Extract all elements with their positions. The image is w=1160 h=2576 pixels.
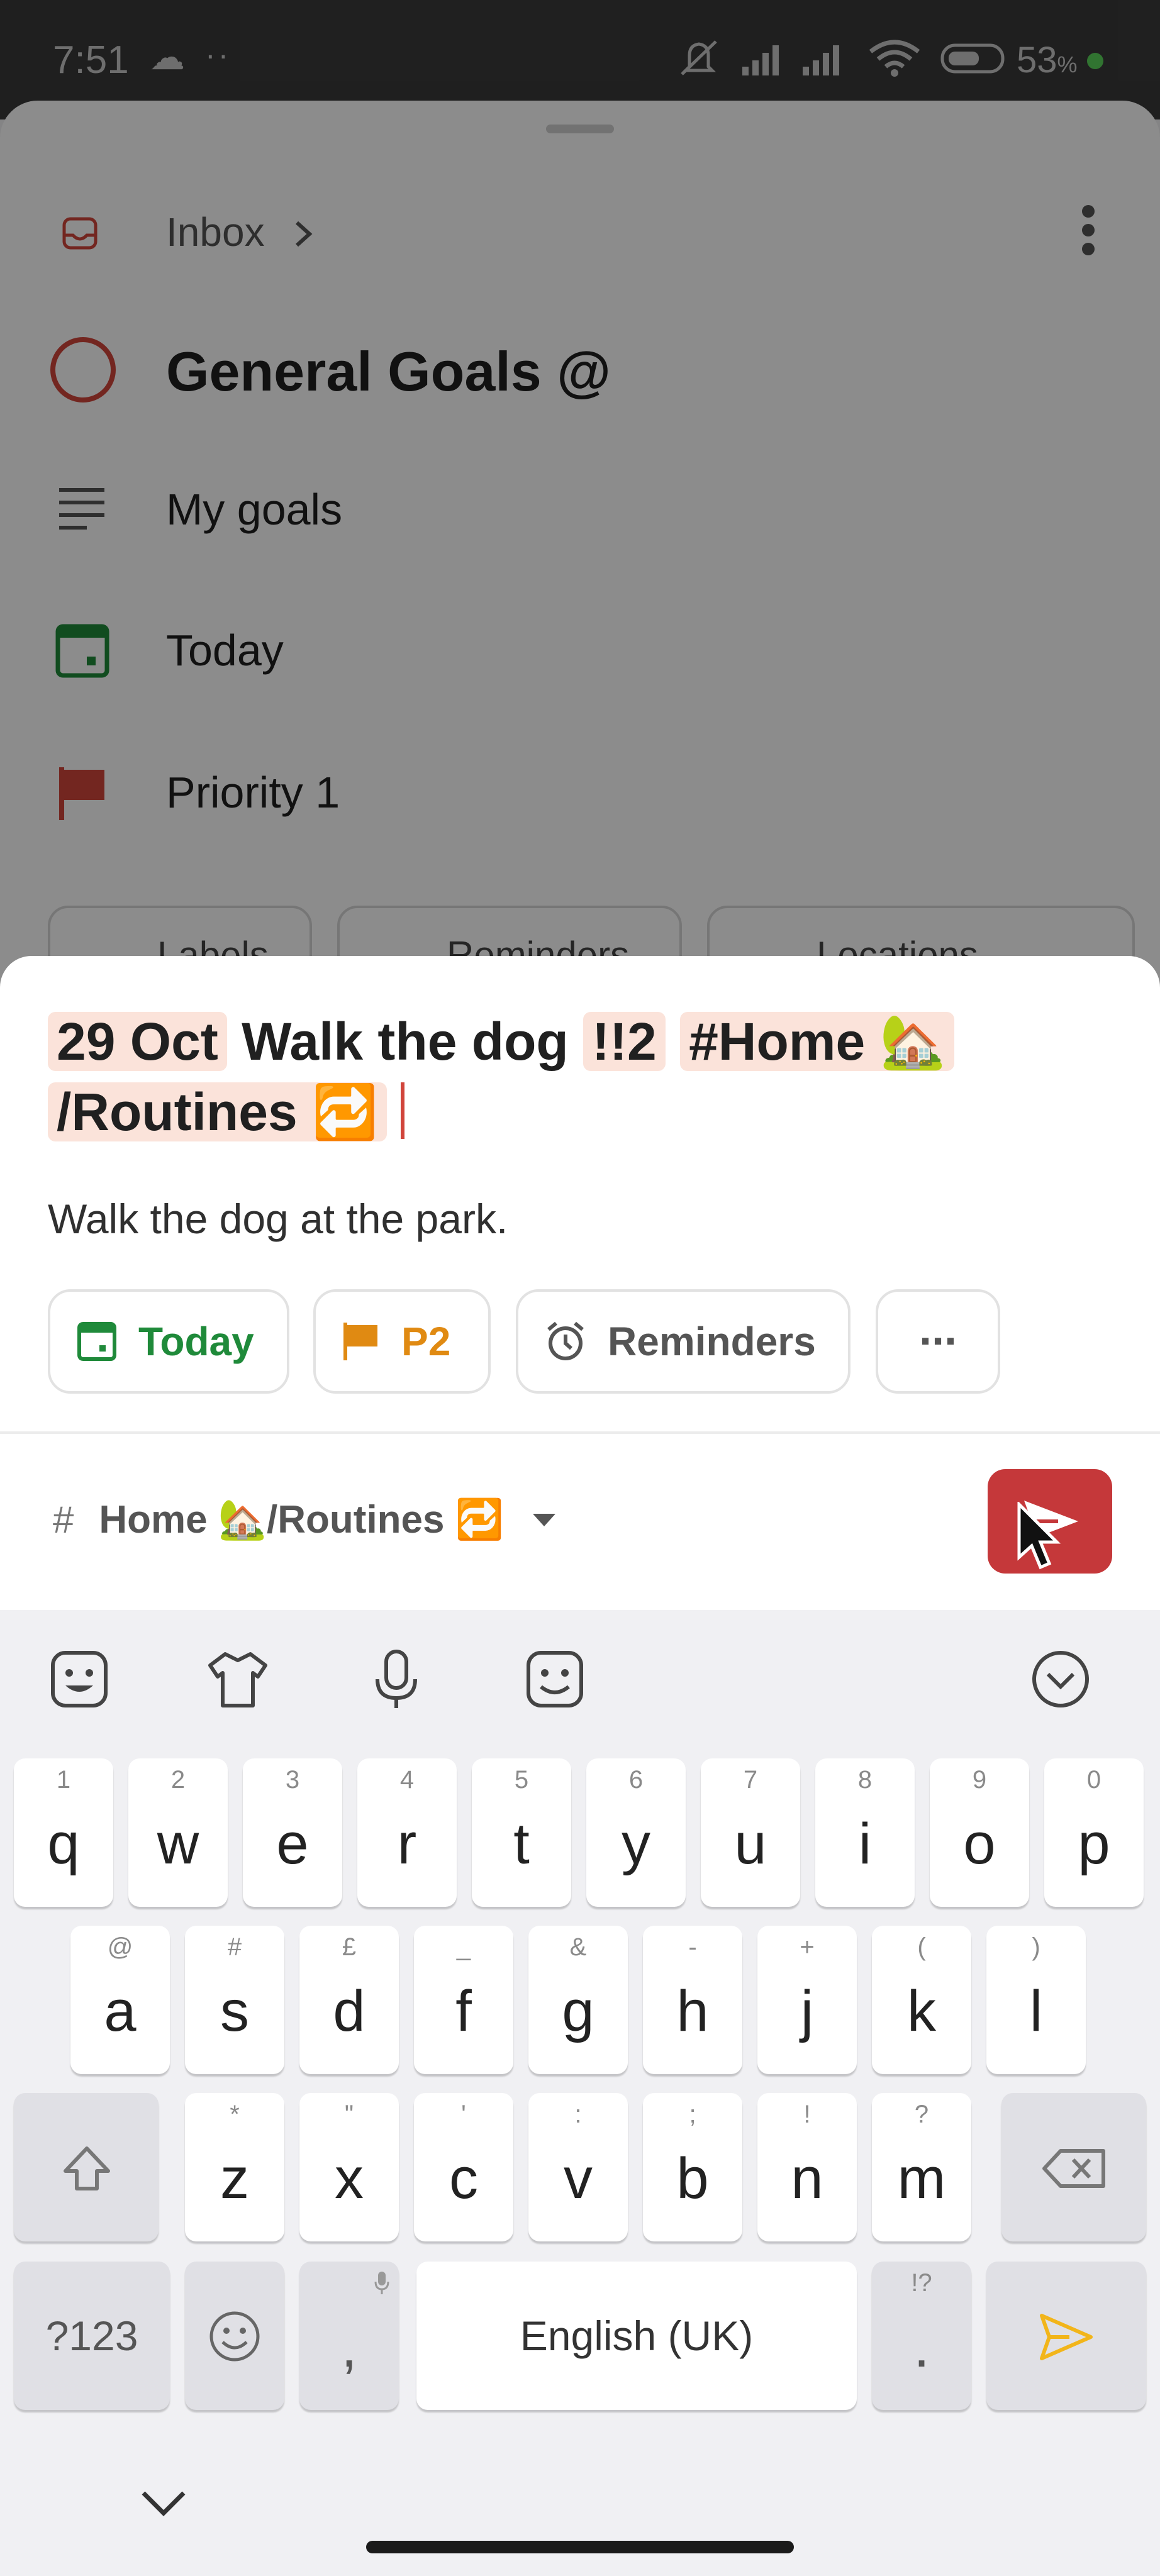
key-y[interactable]: 6y <box>586 1758 686 1907</box>
key-n[interactable]: ! n <box>757 2093 857 2241</box>
key-t[interactable]: 5t <box>472 1758 571 1907</box>
project-selector-label: Home 🏡/Routines 🔁 <box>99 1498 504 1541</box>
smiley-icon <box>209 2311 260 2362</box>
alarm-clock-icon <box>545 1321 586 1362</box>
send-key[interactable] <box>986 2262 1146 2410</box>
microphone-icon[interactable] <box>365 1648 428 1711</box>
period-key[interactable]: !? . <box>872 2262 971 2410</box>
key-k[interactable]: (k <box>872 1926 971 2074</box>
key-g[interactable]: & g <box>528 1926 628 2074</box>
hash-icon: # <box>53 1499 74 1541</box>
microphone-icon <box>374 2272 389 2294</box>
space-key[interactable]: English (UK) <box>416 2262 857 2410</box>
shift-icon <box>64 2146 110 2190</box>
description-input[interactable]: Walk the dog at the park. <box>48 1195 508 1243</box>
due-date-chip-label: Today <box>138 1319 254 1364</box>
collapse-keyboard-icon[interactable] <box>1029 1648 1092 1711</box>
add-task-button[interactable] <box>988 1469 1112 1574</box>
key-s[interactable]: # s <box>185 1926 284 2074</box>
more-icon: ··· <box>919 1316 959 1367</box>
task-name-input[interactable]: 29 Oct Walk the dog !!2 #Home 🏡 /Routine… <box>48 1006 1117 1147</box>
quick-add-panel: 29 Oct Walk the dog !!2 #Home 🏡 /Routine… <box>0 956 1160 1610</box>
key-o[interactable]: 9o <box>930 1758 1029 1907</box>
emoji-icon[interactable] <box>523 1648 586 1711</box>
hide-keyboard-chevron-icon[interactable] <box>140 2488 187 2519</box>
caret-down-icon <box>532 1513 555 1526</box>
more-chips-button[interactable]: ··· <box>876 1289 1000 1394</box>
sticker-icon[interactable] <box>48 1648 111 1711</box>
key-u[interactable]: 7u <box>701 1758 800 1907</box>
reminders-chip-label: Reminders <box>608 1319 816 1364</box>
soft-keyboard: 1q 2w 3e 4r 5t 6y 7u 8i 9o 0p @ a # s £ d _… <box>0 1610 1160 2576</box>
key-j[interactable]: + j <box>757 1926 857 2074</box>
key-m[interactable]: ? m <box>872 2093 971 2241</box>
key-v[interactable]: :v <box>528 2093 628 2241</box>
project-selector[interactable]: # Home 🏡/Routines 🔁 <box>53 1497 555 1543</box>
backspace-icon <box>1042 2149 1105 2188</box>
priority-chip[interactable]: P2 <box>313 1289 491 1394</box>
key-i[interactable]: 8i <box>815 1758 915 1907</box>
key-b[interactable]: ; b <box>643 2093 742 2241</box>
divider <box>0 1431 1160 1434</box>
comma-key[interactable]: , <box>299 2262 399 2410</box>
key-r[interactable]: 4r <box>357 1758 457 1907</box>
dim-overlay[interactable] <box>0 0 1160 1006</box>
key-a[interactable]: @ a <box>70 1926 170 2074</box>
key-z[interactable]: * z <box>185 2093 284 2241</box>
task-name-text: Walk the dog <box>242 1012 569 1071</box>
text-cursor <box>400 1082 404 1139</box>
theme-icon[interactable] <box>206 1648 269 1711</box>
key-w[interactable]: 2w <box>128 1758 228 1907</box>
keyboard-toolbar <box>0 1610 1160 1742</box>
reminders-chip[interactable]: Reminders <box>516 1289 850 1394</box>
section-token: /Routines 🔁 <box>48 1082 387 1141</box>
label-token: #Home 🏡 <box>680 1012 955 1071</box>
due-date-chip[interactable]: Today <box>48 1289 289 1394</box>
key-c[interactable]: ' c <box>414 2093 513 2241</box>
key-q[interactable]: 1q <box>14 1758 113 1907</box>
mouse-pointer-icon <box>1017 1502 1061 1570</box>
flag-icon <box>342 1321 380 1362</box>
calendar-icon <box>77 1321 117 1362</box>
priority-token: !!2 <box>583 1012 666 1071</box>
key-x[interactable]: " x <box>299 2093 399 2241</box>
send-icon <box>1040 2314 1093 2360</box>
key-e[interactable]: 3e <box>243 1758 342 1907</box>
key-p[interactable]: 0p <box>1044 1758 1144 1907</box>
key-f[interactable]: _ f <box>414 1926 513 2074</box>
key-l[interactable]: ) l <box>986 1926 1086 2074</box>
backspace-key[interactable] <box>1001 2093 1146 2241</box>
emoji-key[interactable] <box>185 2262 284 2410</box>
date-token: 29 Oct <box>48 1012 227 1071</box>
symbols-key[interactable]: ?123 <box>14 2262 170 2410</box>
home-indicator[interactable] <box>366 2541 794 2553</box>
priority-chip-label: P2 <box>401 1319 451 1364</box>
key-h[interactable]: -h <box>643 1926 742 2074</box>
shift-key[interactable] <box>14 2093 159 2241</box>
key-d[interactable]: £ d <box>299 1926 399 2074</box>
